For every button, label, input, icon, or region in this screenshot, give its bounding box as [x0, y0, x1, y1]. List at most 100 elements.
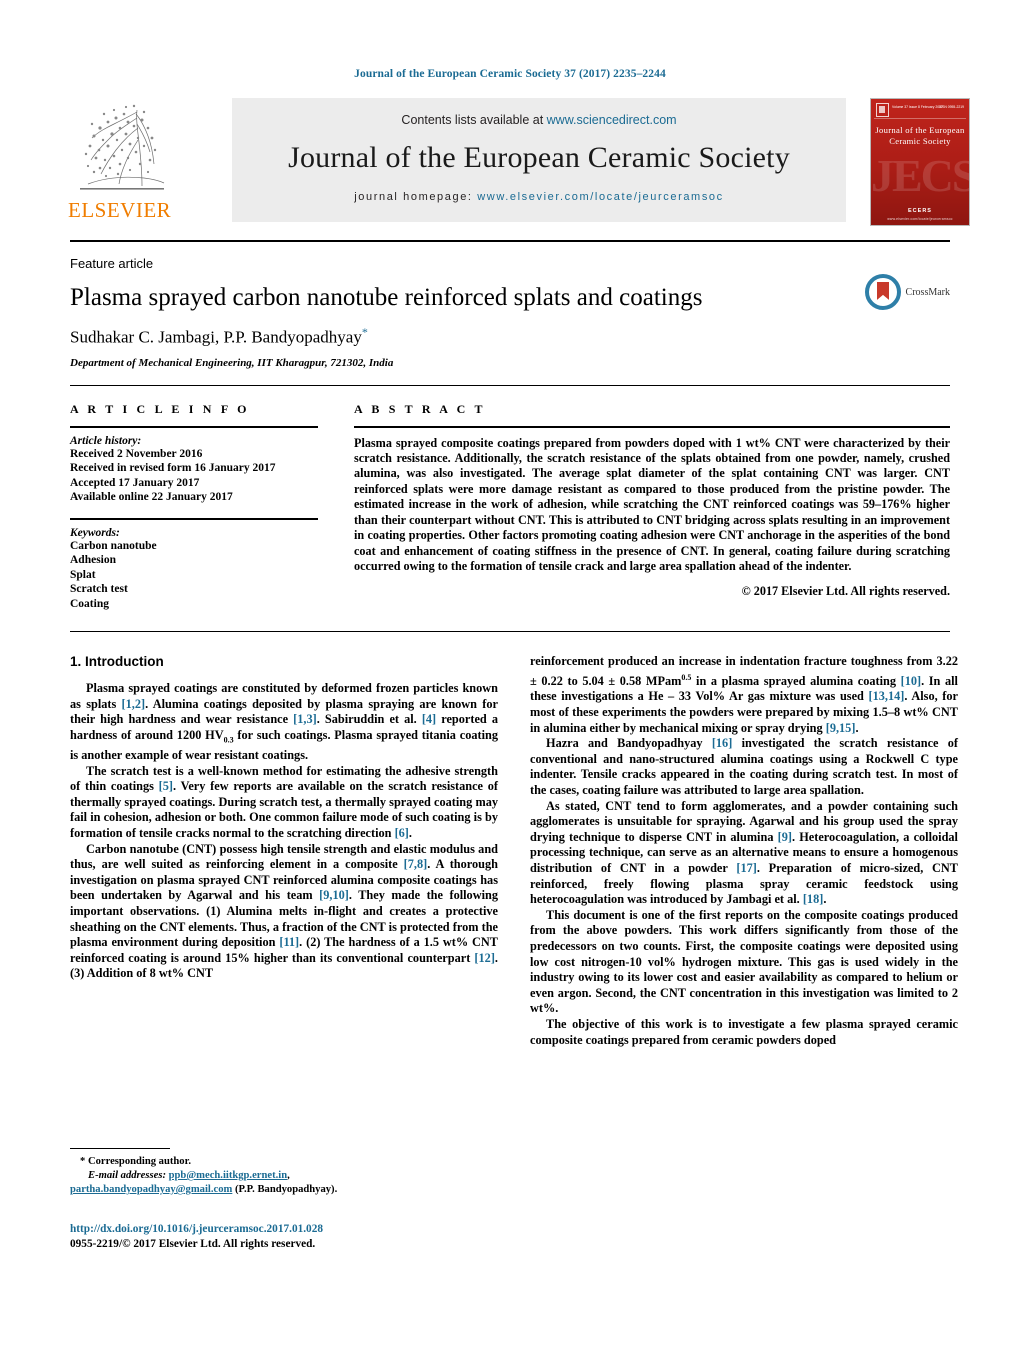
homepage-prefix: journal homepage: [354, 191, 473, 203]
article-history-block: Article history: Received 2 November 201… [70, 435, 318, 505]
citation-link[interactable]: [12] [474, 951, 495, 965]
journal-masthead: ELSEVIER Contents lists available at www… [68, 98, 970, 228]
journal-homepage-line: journal homepage: www.elsevier.com/locat… [232, 191, 846, 203]
email-owner: (P.P. Bandyopadhyay). [234, 1184, 338, 1195]
citation-link[interactable]: [9] [778, 830, 792, 844]
sciencedirect-link[interactable]: www.sciencedirect.com [547, 113, 677, 127]
doi-link[interactable]: http://dx.doi.org/10.1016/j.jeurceramsoc… [70, 1222, 590, 1237]
contents-available-line: Contents lists available at www.scienced… [232, 98, 846, 127]
citation-link[interactable]: [11] [279, 935, 299, 949]
corresponding-author-marker: * [361, 325, 368, 339]
email-addresses-line: E-mail addresses: ppb@mech.iitkgp.ernet.… [88, 1170, 290, 1181]
cover-topbar: Volume 37 Issue 8 February 2017 ISSN 095… [874, 102, 966, 119]
doi-block: http://dx.doi.org/10.1016/j.jeurceramsoc… [70, 1222, 590, 1252]
page-title: Plasma sprayed carbon nanotube reinforce… [70, 284, 703, 311]
crossmark-icon [864, 274, 901, 310]
keywords-title: Keywords: [70, 526, 120, 539]
journal-homepage-link[interactable]: www.elsevier.com/locate/jeurceramsoc [477, 191, 724, 203]
citation-link[interactable]: [4] [422, 712, 436, 726]
paragraph: As stated, CNT tend to form agglomerates… [530, 798, 958, 907]
contents-bar: Contents lists available at www.scienced… [232, 98, 846, 222]
citation-link[interactable]: [10] [901, 674, 922, 688]
citation-link[interactable]: [9,15] [826, 721, 856, 735]
tree-drawing-svg [80, 104, 165, 190]
history-item: Received in revised form 16 January 2017 [70, 462, 276, 475]
abstract-copyright: © 2017 Elsevier Ltd. All rights reserved… [741, 584, 950, 599]
keywords-rule [70, 517, 318, 520]
cover-elsevier-mark-icon [876, 103, 889, 117]
section-heading-introduction: 1. Introduction [70, 654, 164, 670]
crossmark-badge[interactable]: CrossMark [864, 274, 950, 310]
email-label: E-mail addresses: [88, 1170, 166, 1181]
citation-link[interactable]: [13,14] [869, 689, 905, 703]
body-left-column: 1. Introduction Plasma sprayed coatings … [70, 654, 498, 1048]
citation-link[interactable]: [1,2] [122, 697, 146, 711]
paragraph: This document is one of the first report… [530, 907, 958, 1016]
corresponding-author-note: * Corresponding author. [80, 1156, 191, 1167]
citation-link[interactable]: [1,3] [293, 712, 317, 726]
affiliation: Department of Mechanical Engineering, II… [70, 356, 394, 369]
abstract-divider [70, 631, 950, 633]
article-info-column: A R T I C L E I N F O Article history: R… [70, 402, 318, 612]
info-abstract-row: A R T I C L E I N F O Article history: R… [70, 402, 950, 612]
history-item: Available online 22 January 2017 [70, 491, 233, 504]
footnote-block: * Corresponding author. E-mail addresses… [70, 1148, 498, 1197]
article-type-kicker: Feature article [70, 256, 154, 271]
abstract-text: Plasma sprayed composite coatings prepar… [354, 435, 950, 573]
keyword-item: Splat [70, 568, 96, 581]
citation-link[interactable]: [16] [712, 736, 733, 750]
masthead-divider [70, 240, 950, 242]
cover-footer: ECERS [908, 208, 932, 214]
contents-prefix: Contents lists available at [401, 113, 544, 127]
author-list: Sudhakar C. Jambagi, P.P. Bandyopadhyay* [70, 325, 950, 348]
cover-volume-text: Volume 37 Issue 8 February 2017 [892, 105, 943, 109]
keywords-block: Keywords: Carbon nanotube Adhesion Splat… [70, 527, 318, 612]
keyword-item: Scratch test [70, 583, 128, 596]
article-info-rule [70, 425, 318, 428]
elsevier-logo: ELSEVIER [68, 98, 172, 226]
subscript: 0.3 [223, 735, 234, 745]
cover-issn-text: ISSN 0955-2219 [938, 105, 964, 109]
superscript: 0.5 [681, 672, 692, 682]
keyword-item: Coating [70, 597, 109, 610]
cover-watermark: JECS [871, 150, 970, 201]
paragraph: The scratch test is a well-known method … [70, 763, 498, 840]
cover-footer-url: www.elsevier.com/locate/jeurceramsoc [887, 217, 953, 221]
journal-cover-thumbnail: Volume 37 Issue 8 February 2017 ISSN 095… [870, 98, 970, 226]
paragraph: Carbon nanotube (CNT) possess high tensi… [70, 841, 499, 981]
footnote-rule [70, 1148, 170, 1149]
email-link-1[interactable]: ppb@mech.iitkgp.ernet.in [169, 1170, 287, 1181]
issn-copyright-line: 0955-2219/© 2017 Elsevier Ltd. All right… [70, 1238, 316, 1250]
paragraph: The objective of this work is to investi… [530, 1016, 958, 1047]
citation-link[interactable]: [9,10] [319, 888, 349, 902]
citation-link[interactable]: [18] [803, 892, 824, 906]
abstract-heading: A B S T R A C T [354, 401, 486, 416]
body-right-column: reinforcement produced an increase in in… [530, 654, 958, 1048]
citation-link[interactable]: [5] [159, 779, 173, 793]
crossmark-label: CrossMark [905, 286, 950, 298]
author-names: Sudhakar C. Jambagi, P.P. Bandyopadhyay [70, 327, 362, 347]
history-item: Received 2 November 2016 [70, 447, 203, 460]
email-link-2[interactable]: partha.bandyopadhyay@gmail.com [70, 1184, 232, 1195]
paragraph: Plasma sprayed coatings are constituted … [70, 681, 498, 762]
article-header: Feature article Plasma sprayed carbon na… [70, 256, 950, 369]
paragraph: Hazra and Bandyopadhyay [16] investigate… [530, 736, 958, 797]
elsevier-tree-icon [70, 98, 170, 196]
citation-link[interactable]: [6] [395, 826, 409, 840]
paper-page: Journal of the European Ceramic Society … [0, 0, 1020, 1351]
history-item: Accepted 17 January 2017 [70, 476, 200, 489]
cover-title: Journal of the European Ceramic Society [875, 125, 965, 146]
article-info-heading: A R T I C L E I N F O [70, 401, 250, 416]
citation-link[interactable]: [17] [736, 861, 757, 875]
journal-title: Journal of the European Ceramic Society [288, 141, 790, 174]
body-columns: 1. Introduction Plasma sprayed coatings … [70, 654, 958, 1048]
keyword-item: Adhesion [70, 554, 117, 567]
abstract-rule [354, 425, 950, 428]
article-history-title: Article history: [70, 434, 142, 447]
citation-link[interactable]: [7,8] [404, 857, 428, 871]
paragraph: reinforcement produced an increase in in… [530, 654, 958, 735]
abstract-column: A B S T R A C T Plasma sprayed composite… [354, 402, 950, 612]
email-addresses-line-2: partha.bandyopadhyay@gmail.com (P.P. Ban… [70, 1183, 498, 1197]
running-head: Journal of the European Ceramic Society … [354, 68, 666, 80]
elsevier-wordmark: ELSEVIER [68, 198, 172, 222]
